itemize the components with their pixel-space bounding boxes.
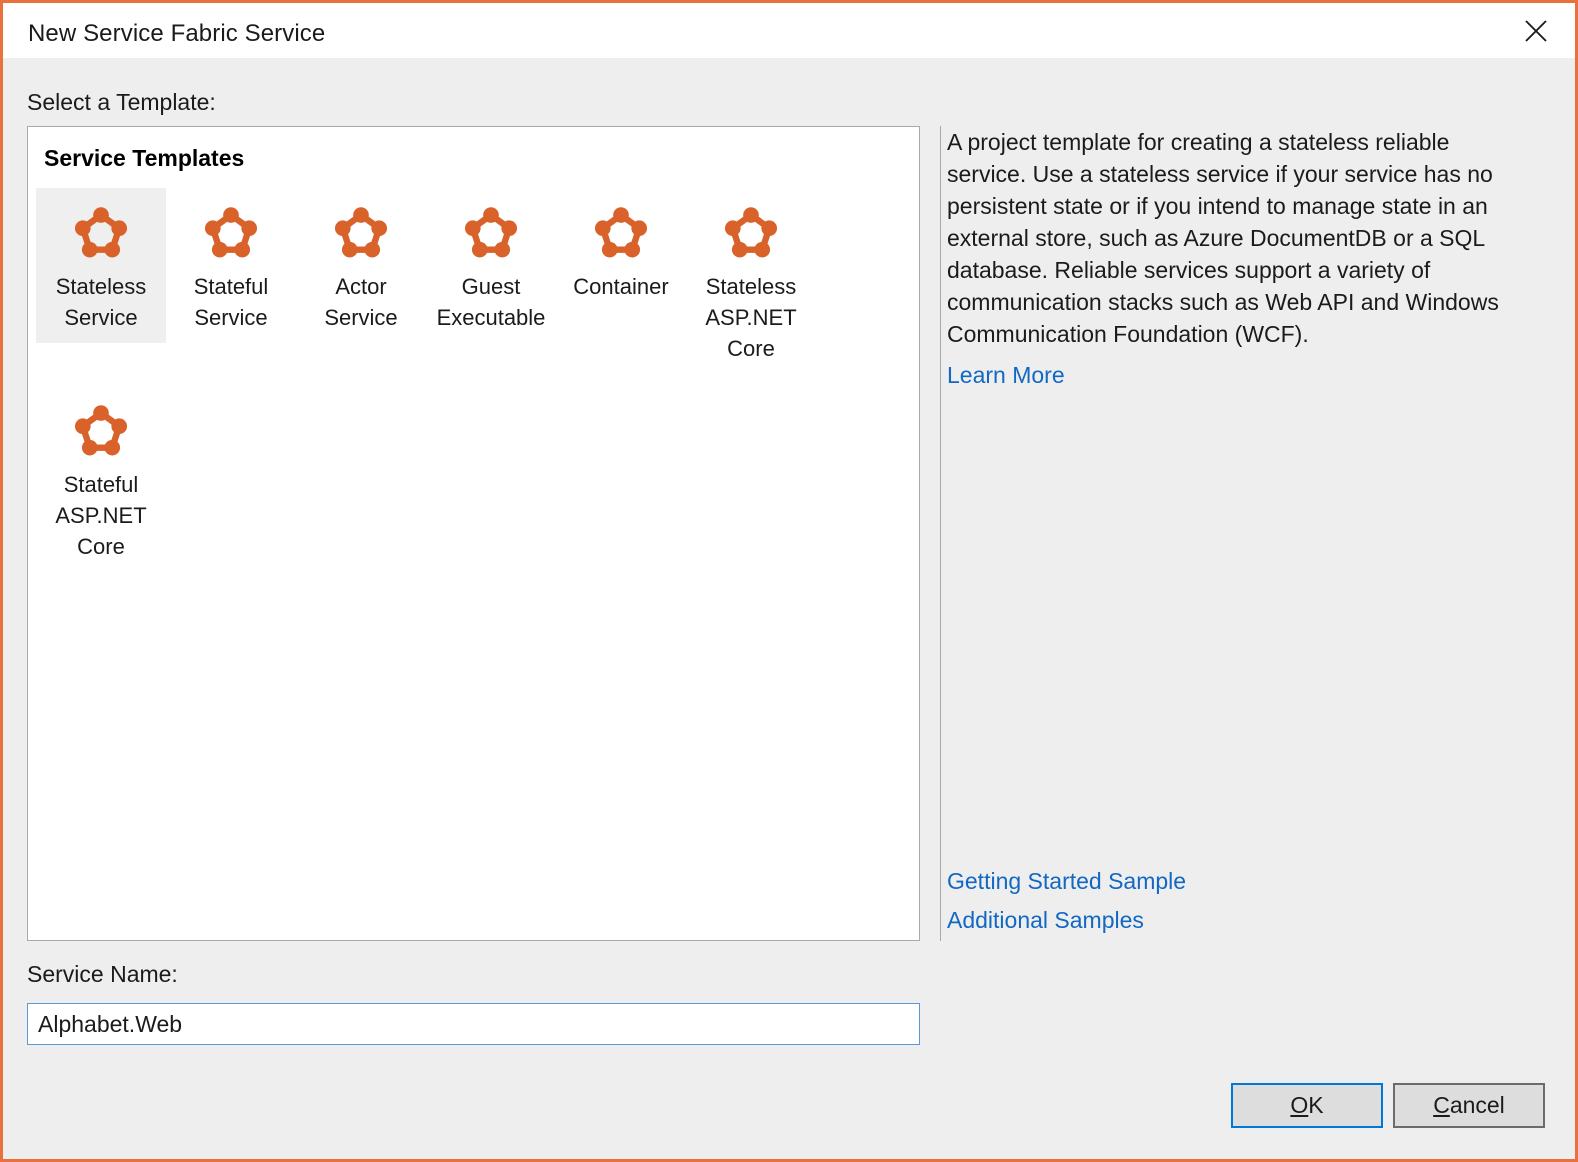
dialog-title: New Service Fabric Service	[28, 20, 325, 48]
cancel-button-accel: C	[1433, 1092, 1450, 1119]
template-tile-label: Actor Service	[296, 271, 426, 333]
template-tile-label: Stateful Service	[166, 271, 296, 333]
template-tile-stateless-service[interactable]: Stateless Service	[36, 188, 166, 343]
template-tile-actor-service[interactable]: Actor Service	[296, 188, 426, 343]
service-fabric-pentagon-icon	[296, 204, 426, 262]
close-icon[interactable]	[1505, 3, 1567, 58]
new-service-fabric-service-dialog: New Service Fabric Service Select a Temp…	[0, 0, 1578, 1162]
sample-links-group: Getting Started Sample Additional Sample…	[947, 868, 1532, 934]
cancel-button[interactable]: Cancel	[1393, 1083, 1545, 1128]
dialog-body: Select a Template: Service Templates Sta…	[3, 58, 1575, 1159]
service-fabric-pentagon-icon	[686, 204, 816, 262]
service-fabric-pentagon-icon	[36, 402, 166, 460]
template-tile-grid: Stateless ServiceStateful ServiceActor S…	[36, 188, 919, 940]
template-tile-container[interactable]: Container	[556, 188, 686, 312]
ok-button-label-rest: K	[1308, 1092, 1323, 1119]
cancel-button-label-rest: ancel	[1450, 1092, 1505, 1119]
template-tile-label: Container	[556, 271, 686, 302]
template-description-text: A project template for creating a statel…	[947, 126, 1532, 350]
service-fabric-pentagon-icon	[166, 204, 296, 262]
service-name-label: Service Name:	[27, 961, 178, 988]
select-template-label: Select a Template:	[27, 89, 216, 116]
service-fabric-pentagon-icon	[426, 204, 556, 262]
getting-started-sample-link[interactable]: Getting Started Sample	[947, 868, 1532, 895]
title-bar: New Service Fabric Service	[3, 3, 1575, 58]
service-fabric-pentagon-icon	[36, 204, 166, 262]
service-name-input[interactable]	[27, 1003, 920, 1045]
template-tile-label: Stateless ASP.NET Core	[686, 271, 816, 364]
panel-divider	[940, 126, 941, 941]
ok-button[interactable]: OK	[1231, 1083, 1383, 1128]
template-tile-stateful-service[interactable]: Stateful Service	[166, 188, 296, 343]
additional-samples-link[interactable]: Additional Samples	[947, 907, 1532, 934]
ok-button-accel: O	[1290, 1092, 1308, 1119]
learn-more-link[interactable]: Learn More	[947, 362, 1065, 389]
template-tile-guest-executable[interactable]: Guest Executable	[426, 188, 556, 343]
template-description-panel: A project template for creating a statel…	[947, 126, 1532, 941]
service-fabric-pentagon-icon	[556, 204, 686, 262]
template-tile-label: Guest Executable	[426, 271, 556, 333]
service-templates-heading: Service Templates	[44, 145, 244, 172]
template-tile-label: Stateless Service	[36, 271, 166, 333]
service-templates-panel: Service Templates Stateless ServiceState…	[27, 126, 920, 941]
template-tile-stateful-asp-net-core[interactable]: Stateful ASP.NET Core	[36, 386, 166, 572]
template-tile-label: Stateful ASP.NET Core	[36, 469, 166, 562]
template-tile-stateless-asp-net-core[interactable]: Stateless ASP.NET Core	[686, 188, 816, 374]
